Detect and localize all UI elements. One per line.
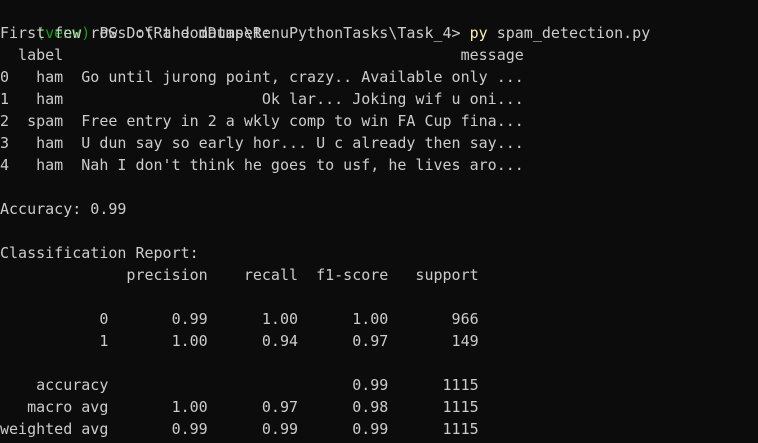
command-name: py — [469, 24, 488, 42]
dataframe-row: 0 ham Go until jurong point, crazy.. Ava… — [0, 68, 524, 86]
command-prompt-line: (venv) PS D:\RandomDump\RenuPythonTasks\… — [0, 0, 650, 42]
report-row-class-0: 0 0.99 1.00 1.00 966 — [0, 310, 479, 328]
dataset-heading-line: First few rows of the dataset: — [0, 24, 271, 42]
terminal-window[interactable]: (venv) PS D:\RandomDump\RenuPythonTasks\… — [0, 0, 758, 443]
command-args: spam_detection.py — [487, 24, 651, 42]
dataframe-row: 3 ham U dun say so early hor... U c alre… — [0, 134, 524, 152]
report-header-line: precision recall f1-score support — [0, 266, 479, 284]
report-row-weighted-avg: weighted avg 0.99 0.99 0.99 1115 — [0, 420, 479, 438]
report-row-class-1: 1 1.00 0.94 0.97 149 — [0, 332, 479, 350]
dataframe-header-line: label message — [0, 46, 524, 64]
report-row-macro-avg: macro avg 1.00 0.97 0.98 1115 — [0, 398, 479, 416]
report-row-accuracy: accuracy 0.99 1115 — [0, 376, 479, 394]
report-heading-line: Classification Report: — [0, 244, 199, 262]
accuracy-line: Accuracy: 0.99 — [0, 200, 127, 218]
dataframe-row: 2 spam Free entry in 2 a wkly comp to wi… — [0, 112, 524, 130]
dataframe-row: 1 ham Ok lar... Joking wif u oni... — [0, 90, 524, 108]
dataframe-row: 4 ham Nah I don't think he goes to usf, … — [0, 156, 524, 174]
